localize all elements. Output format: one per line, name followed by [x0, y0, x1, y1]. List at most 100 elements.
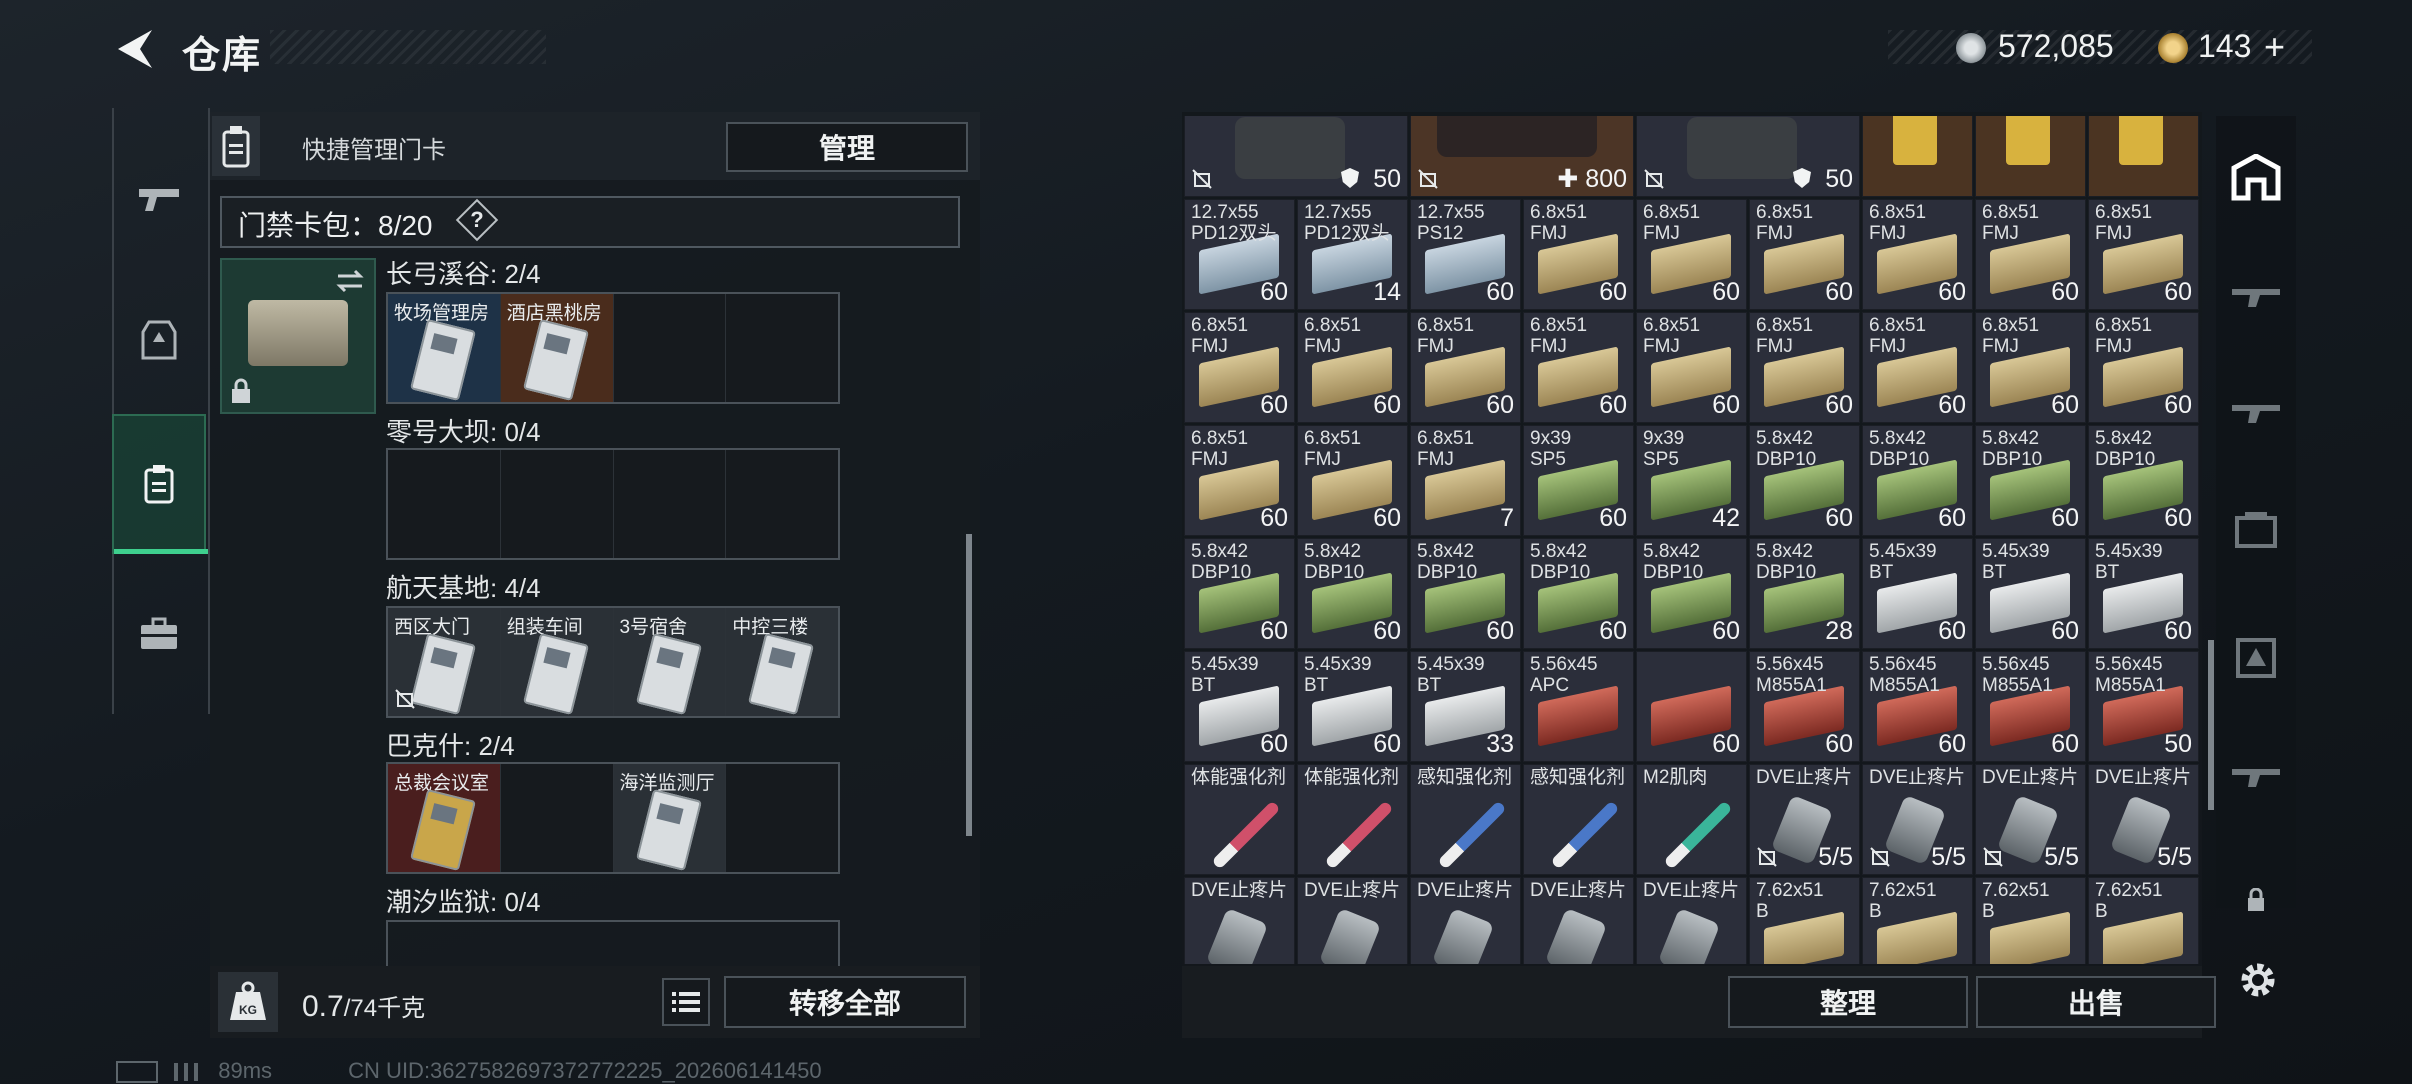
keycard-slot[interactable]: 总裁会议室: [388, 764, 501, 872]
inventory-item[interactable]: 6.8x51 FMJ 60: [1184, 425, 1295, 536]
rail-keycard[interactable]: [112, 414, 208, 554]
inventory-item[interactable]: 7.62x51 B: [1862, 877, 1973, 964]
keycard-pack-item[interactable]: [220, 258, 376, 414]
inventory-item[interactable]: 5.8x42 DBP10 60: [1636, 538, 1747, 649]
rail-rifle-3[interactable]: [2216, 726, 2296, 826]
rail-armor[interactable]: [2216, 608, 2296, 708]
keycard-slot[interactable]: 西区大门: [388, 608, 501, 716]
rail-case[interactable]: [112, 564, 206, 704]
left-scrollbar[interactable]: [966, 534, 972, 836]
inventory-item[interactable]: 5.56x45 M855A1 50: [2088, 651, 2199, 762]
inventory-item[interactable]: 6.8x51 FMJ 60: [1975, 199, 2086, 310]
sort-button[interactable]: 整理: [1728, 976, 1968, 1028]
inventory-item[interactable]: 6.8x51 FMJ 60: [1184, 312, 1295, 423]
empty-slot[interactable]: [726, 764, 838, 872]
empty-slot[interactable]: [614, 450, 727, 558]
inventory-item[interactable]: 6.8x51 FMJ 60: [1297, 425, 1408, 536]
inventory-item[interactable]: 感知强化剂: [1410, 764, 1521, 875]
inventory-item[interactable]: DVE止疼片: [1184, 877, 1295, 964]
inventory-item[interactable]: DVE止疼片 5/5: [1862, 764, 1973, 875]
inventory-item[interactable]: 5.45x39 BT 33: [1410, 651, 1521, 762]
inventory-item[interactable]: 嗨棒: [1862, 116, 1973, 197]
inventory-item[interactable]: 6.8x51 FMJ 60: [1636, 199, 1747, 310]
inventory-item[interactable]: 7.62x51 B: [1975, 877, 2086, 964]
inventory-item[interactable]: 5.8x42 DBP10 60: [1975, 425, 2086, 536]
inventory-item[interactable]: [2088, 116, 2199, 197]
inventory-item[interactable]: 5.8x42 DBP10 60: [1523, 538, 1634, 649]
inventory-item[interactable]: 5.45x39 BT 60: [2088, 538, 2199, 649]
settings-gear-icon[interactable]: [2236, 958, 2280, 1002]
inventory-item[interactable]: DVE止疼片: [1297, 877, 1408, 964]
inventory-item[interactable]: 5.56x45 M855A1 60: [1862, 651, 1973, 762]
inventory-item[interactable]: 标准头盔50: [1184, 116, 1408, 197]
inventory-item[interactable]: 5.8x42 DBP10 60: [1749, 425, 1860, 536]
inventory-item[interactable]: 5.56x45 APC: [1523, 651, 1634, 762]
empty-slot[interactable]: [614, 294, 727, 402]
empty-slot[interactable]: [726, 294, 838, 402]
inventory-item[interactable]: 5.8x42 DBP10 28: [1749, 538, 1860, 649]
inventory-item[interactable]: 5.45x39 BT 60: [1297, 651, 1408, 762]
inventory-item[interactable]: 12.7x55 PS12 60: [1410, 199, 1521, 310]
inventory-item[interactable]: 6.8x51 FMJ 60: [1749, 312, 1860, 423]
rail-weapons[interactable]: [112, 130, 206, 270]
inventory-item[interactable]: 5.8x42 DBP10 60: [1410, 538, 1521, 649]
inventory-item[interactable]: 7.62x51 B: [1749, 877, 1860, 964]
inventory-item[interactable]: 6.8x51 FMJ 60: [1297, 312, 1408, 423]
keycard-slot[interactable]: 组装车间: [500, 608, 614, 716]
inventory-item[interactable]: DVE止疼片: [1636, 877, 1747, 964]
empty-slot[interactable]: [501, 764, 614, 872]
inventory-item[interactable]: ✚ 800: [1410, 116, 1634, 197]
manage-button[interactable]: 管理: [726, 122, 968, 172]
empty-slot[interactable]: [388, 450, 501, 558]
inventory-item[interactable]: 5.8x42 DBP10 60: [1297, 538, 1408, 649]
inventory-item[interactable]: DVE止疼片: [1410, 877, 1521, 964]
inventory-item[interactable]: 5.56x45 M855A1 60: [1749, 651, 1860, 762]
inventory-item[interactable]: DVE止疼片 5/5: [2088, 764, 2199, 875]
rail-rifle-1[interactable]: [2216, 246, 2296, 346]
inventory-item[interactable]: 5.56x45 M855A1 60: [1975, 651, 2086, 762]
help-icon[interactable]: ?: [462, 205, 492, 235]
inventory-item[interactable]: 6.8x51 FMJ 60: [1862, 199, 1973, 310]
inventory-item[interactable]: 12.7x55 PD12双头 14: [1297, 199, 1408, 310]
inventory-item[interactable]: 6.8x51 FMJ 60: [2088, 312, 2199, 423]
inventory-item[interactable]: 9x39 SP5 42: [1636, 425, 1747, 536]
inventory-item[interactable]: 嗨棒: [1975, 116, 2086, 197]
right-scrollbar[interactable]: [2208, 640, 2214, 810]
inventory-item[interactable]: 6.8x51 FMJ 60: [1862, 312, 1973, 423]
sell-button[interactable]: 出售: [1976, 976, 2216, 1028]
add-currency-button[interactable]: +: [2264, 26, 2285, 68]
inventory-item[interactable]: 6.8x51 FMJ 60: [1523, 312, 1634, 423]
inventory-item[interactable]: 体能强化剂: [1297, 764, 1408, 875]
inventory-item[interactable]: 6.8x51 FMJ 60: [1410, 312, 1521, 423]
rail-container[interactable]: [2216, 480, 2296, 580]
inventory-item[interactable]: 5.8x42 DBP10 60: [1184, 538, 1295, 649]
rail-safe[interactable]: [2216, 128, 2296, 228]
inventory-item[interactable]: 6.8x51 FMJ 60: [2088, 199, 2199, 310]
inventory-item[interactable]: 6.8x51 FMJ 60: [1523, 199, 1634, 310]
inventory-item[interactable]: DVE止疼片 5/5: [1749, 764, 1860, 875]
inventory-item[interactable]: 标准头盔50: [1636, 116, 1860, 197]
empty-slot[interactable]: [726, 450, 838, 558]
inventory-item[interactable]: 5.8x42 DBP10 60: [2088, 425, 2199, 536]
swap-icon[interactable]: [336, 268, 364, 294]
inventory-item[interactable]: 6.8x51 FMJ 60: [1975, 312, 2086, 423]
inventory-item[interactable]: 6.8x51 FMJ 60: [1636, 312, 1747, 423]
inventory-item[interactable]: 9x39 SP5 60: [1523, 425, 1634, 536]
keycard-slot[interactable]: 酒店黑桃房: [500, 294, 614, 402]
empty-slot[interactable]: [501, 450, 614, 558]
inventory-item[interactable]: 体能强化剂: [1184, 764, 1295, 875]
inventory-item[interactable]: 6.8x51 FMJ 60: [1749, 199, 1860, 310]
keycard-slot[interactable]: 3号宿舍: [613, 608, 727, 716]
list-view-button[interactable]: [662, 978, 710, 1026]
inventory-item[interactable]: 5.8x42 DBP10 60: [1862, 425, 1973, 536]
rail-armor[interactable]: [112, 270, 206, 410]
inventory-item[interactable]: 5.45x39 BT 60: [1862, 538, 1973, 649]
transfer-all-button[interactable]: 转移全部: [724, 976, 966, 1028]
keycard-slot[interactable]: 牧场管理房: [388, 294, 501, 402]
keycard-slot[interactable]: 中控三楼: [726, 608, 838, 716]
inventory-item[interactable]: 5.45x39 BT 60: [1184, 651, 1295, 762]
inventory-item[interactable]: 12.7x55 PD12双头 60: [1184, 199, 1295, 310]
inventory-item[interactable]: 5.45x39 BT 60: [1975, 538, 2086, 649]
inventory-item[interactable]: 60: [1636, 651, 1747, 762]
inventory-item[interactable]: 感知强化剂: [1523, 764, 1634, 875]
